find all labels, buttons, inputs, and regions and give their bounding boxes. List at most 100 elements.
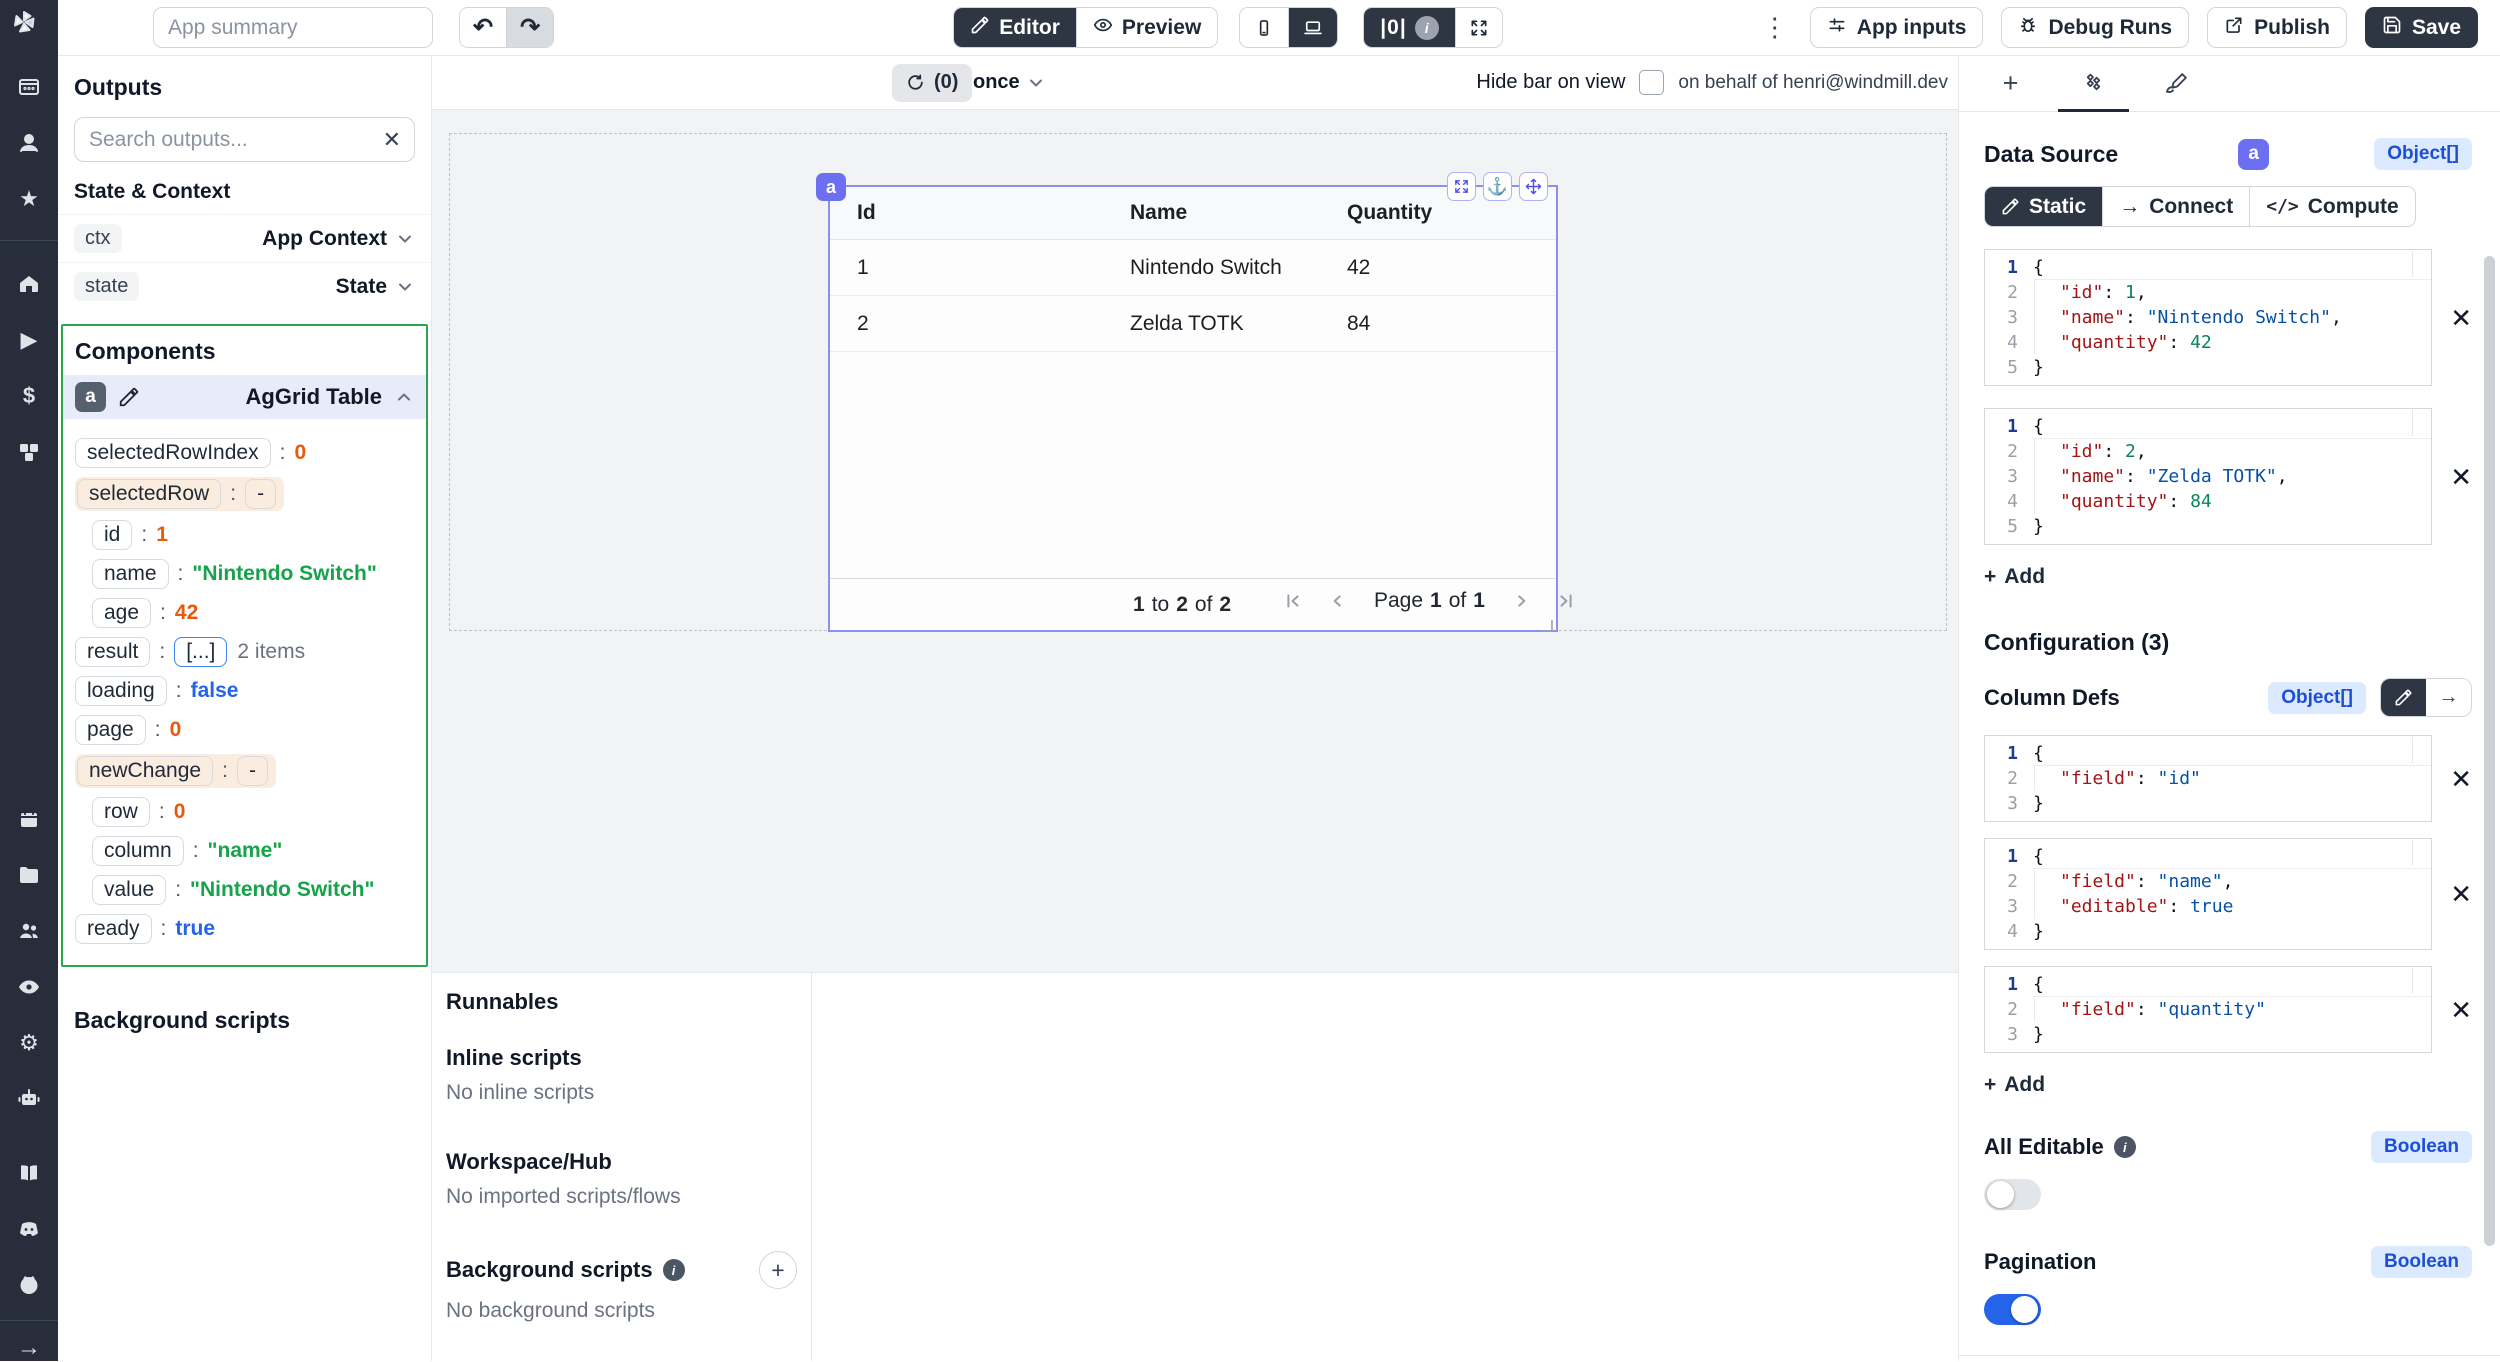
widget-expand-button[interactable] [1447, 172, 1476, 201]
column-header[interactable]: Quantity [1347, 201, 1556, 225]
remove-item-button[interactable]: ✕ [2450, 305, 2472, 331]
state-key-chip: state [74, 272, 139, 301]
search-outputs-input[interactable] [74, 117, 415, 162]
widget-resize-handle[interactable] [1540, 614, 1553, 627]
json-editor[interactable]: 1{ 2"id": 1, 3"name": "Nintendo Switch",… [1984, 249, 2432, 386]
compute-tab[interactable]: </>Compute [2249, 187, 2415, 226]
home-icon[interactable] [16, 271, 42, 297]
fullscreen-button[interactable] [1455, 8, 1502, 47]
all-editable-toggle[interactable] [1984, 1179, 2041, 1210]
connect-mode-button[interactable]: → [2426, 679, 2471, 716]
ctx-row[interactable]: ctx App Context [58, 214, 431, 262]
output-row: selectedRowIndex:0 [75, 438, 418, 468]
widget-move-button[interactable] [1519, 172, 1548, 201]
remove-item-button[interactable]: ✕ [2450, 881, 2472, 907]
app-summary-input[interactable] [153, 7, 433, 48]
collapse-arrow-icon[interactable]: → [16, 1335, 42, 1361]
discord-icon[interactable] [16, 1216, 42, 1242]
chevron-down-icon[interactable] [395, 229, 415, 249]
audit-eye-icon[interactable] [16, 974, 42, 1000]
output-row: newChange:- [75, 754, 418, 788]
next-page-button[interactable] [1511, 590, 1533, 612]
remove-item-button[interactable]: ✕ [2450, 766, 2472, 792]
debug-runs-button[interactable]: Debug Runs [2001, 7, 2189, 48]
desktop-view-button[interactable] [1288, 8, 1337, 47]
folders-icon[interactable] [16, 862, 42, 888]
component-outputs-list: selectedRowIndex:0 selectedRow:- id:1 na… [63, 419, 426, 955]
output-row: ready:true [75, 914, 418, 944]
output-row: id:1 [92, 520, 418, 550]
workspace-window-icon[interactable] [16, 74, 42, 100]
move-icon [1525, 178, 1542, 195]
pencil-icon[interactable] [118, 386, 140, 408]
docs-book-icon[interactable] [16, 1160, 42, 1186]
tab-component-settings[interactable] [2052, 56, 2135, 111]
save-icon [2382, 15, 2402, 41]
mode-toggle: Editor Preview [953, 7, 1218, 48]
json-outputs-button[interactable]: |0| i [1364, 8, 1454, 47]
more-menu-button[interactable]: ⋮ [1756, 12, 1794, 43]
editor-tab[interactable]: Editor [954, 8, 1076, 47]
add-column-def-button[interactable]: +Add [1984, 1073, 2045, 1097]
column-header[interactable]: Name [1130, 201, 1347, 225]
widget-anchor-button[interactable]: ⚓ [1483, 172, 1512, 201]
expand-icon [1453, 178, 1470, 195]
runs-play-icon[interactable]: ▶ [16, 327, 42, 353]
pencil-icon [970, 15, 990, 41]
eye-icon [1093, 15, 1113, 41]
undo-button[interactable]: ↶ [460, 8, 506, 47]
favorites-star-icon[interactable]: ★ [16, 186, 42, 212]
last-page-button[interactable] [1555, 590, 1577, 612]
static-tab[interactable]: Static [1985, 187, 2102, 226]
mobile-view-button[interactable] [1240, 8, 1288, 47]
scrollbar-thumb[interactable] [2484, 256, 2495, 1246]
save-button[interactable]: Save [2365, 7, 2478, 48]
add-background-script-button[interactable]: + [759, 1251, 797, 1289]
json-editor[interactable]: 1{ 2"id": 2, 3"name": "Zelda TOTK", 4"qu… [1984, 408, 2432, 545]
table-row[interactable]: 2 Zelda TOTK 84 [830, 296, 1556, 352]
chevron-up-icon[interactable] [394, 387, 414, 407]
windmill-logo[interactable] [12, 10, 46, 44]
chevron-down-icon[interactable] [395, 277, 415, 297]
json-editor[interactable]: 1{ 2"field": "id" 3} [1984, 735, 2432, 822]
hide-bar-checkbox[interactable] [1639, 70, 1664, 95]
user-icon[interactable] [16, 130, 42, 156]
add-data-item-button[interactable]: +Add [1984, 565, 2045, 589]
background-scripts-title: Background scripts [74, 1007, 431, 1034]
settings-gear-icon[interactable]: ⚙ [16, 1030, 42, 1056]
app-inputs-button[interactable]: App inputs [1810, 7, 1984, 48]
clear-search-icon[interactable]: ✕ [383, 127, 401, 153]
refresh-button[interactable]: (0) [892, 64, 972, 102]
preview-tab[interactable]: Preview [1076, 8, 1217, 47]
json-editor[interactable]: 1{ 2"field": "quantity" 3} [1984, 966, 2432, 1053]
plus-icon: + [1984, 1073, 1996, 1097]
outputs-panel: Outputs ✕ State & Context ctx App Contex… [58, 56, 432, 1361]
resources-blocks-icon[interactable] [16, 439, 42, 465]
redo-button[interactable]: ↷ [506, 8, 553, 47]
app-canvas[interactable]: a ⚓ Id Name Quantity 1 Nintendo Switch 4… [432, 110, 1958, 972]
json-editor[interactable]: 1{ 2"field": "name", 3"editable": true 4… [1984, 838, 2432, 950]
refresh-mode-dropdown[interactable]: once [973, 71, 1046, 94]
table-row[interactable]: 1 Nintendo Switch 42 [830, 240, 1556, 296]
remove-item-button[interactable]: ✕ [2450, 464, 2472, 490]
row-range-label: 1to2of2 [1133, 593, 1231, 617]
tab-insert-component[interactable]: + [1969, 56, 2052, 111]
first-page-button[interactable] [1282, 590, 1304, 612]
component-header-agggrid[interactable]: a AgGrid Table [63, 375, 426, 419]
edit-json-button[interactable] [2381, 679, 2426, 716]
previous-page-button[interactable] [1326, 590, 1348, 612]
state-row[interactable]: state State [58, 262, 431, 310]
variables-dollar-icon[interactable]: $ [16, 383, 42, 409]
schedules-calendar-icon[interactable] [16, 806, 42, 832]
publish-button[interactable]: Publish [2207, 7, 2347, 48]
remove-item-button[interactable]: ✕ [2450, 997, 2472, 1023]
inline-scripts-title: Inline scripts [446, 1045, 797, 1071]
groups-users-icon[interactable] [16, 918, 42, 944]
aggrid-table-widget[interactable]: a ⚓ Id Name Quantity 1 Nintendo Switch 4… [828, 185, 1558, 632]
connect-tab[interactable]: →Connect [2102, 187, 2249, 226]
tab-theming[interactable] [2135, 56, 2218, 111]
github-icon[interactable] [16, 1272, 42, 1298]
pagination-toggle[interactable] [1984, 1294, 2041, 1325]
column-header[interactable]: Id [830, 201, 1130, 225]
workers-bot-icon[interactable] [16, 1086, 42, 1112]
